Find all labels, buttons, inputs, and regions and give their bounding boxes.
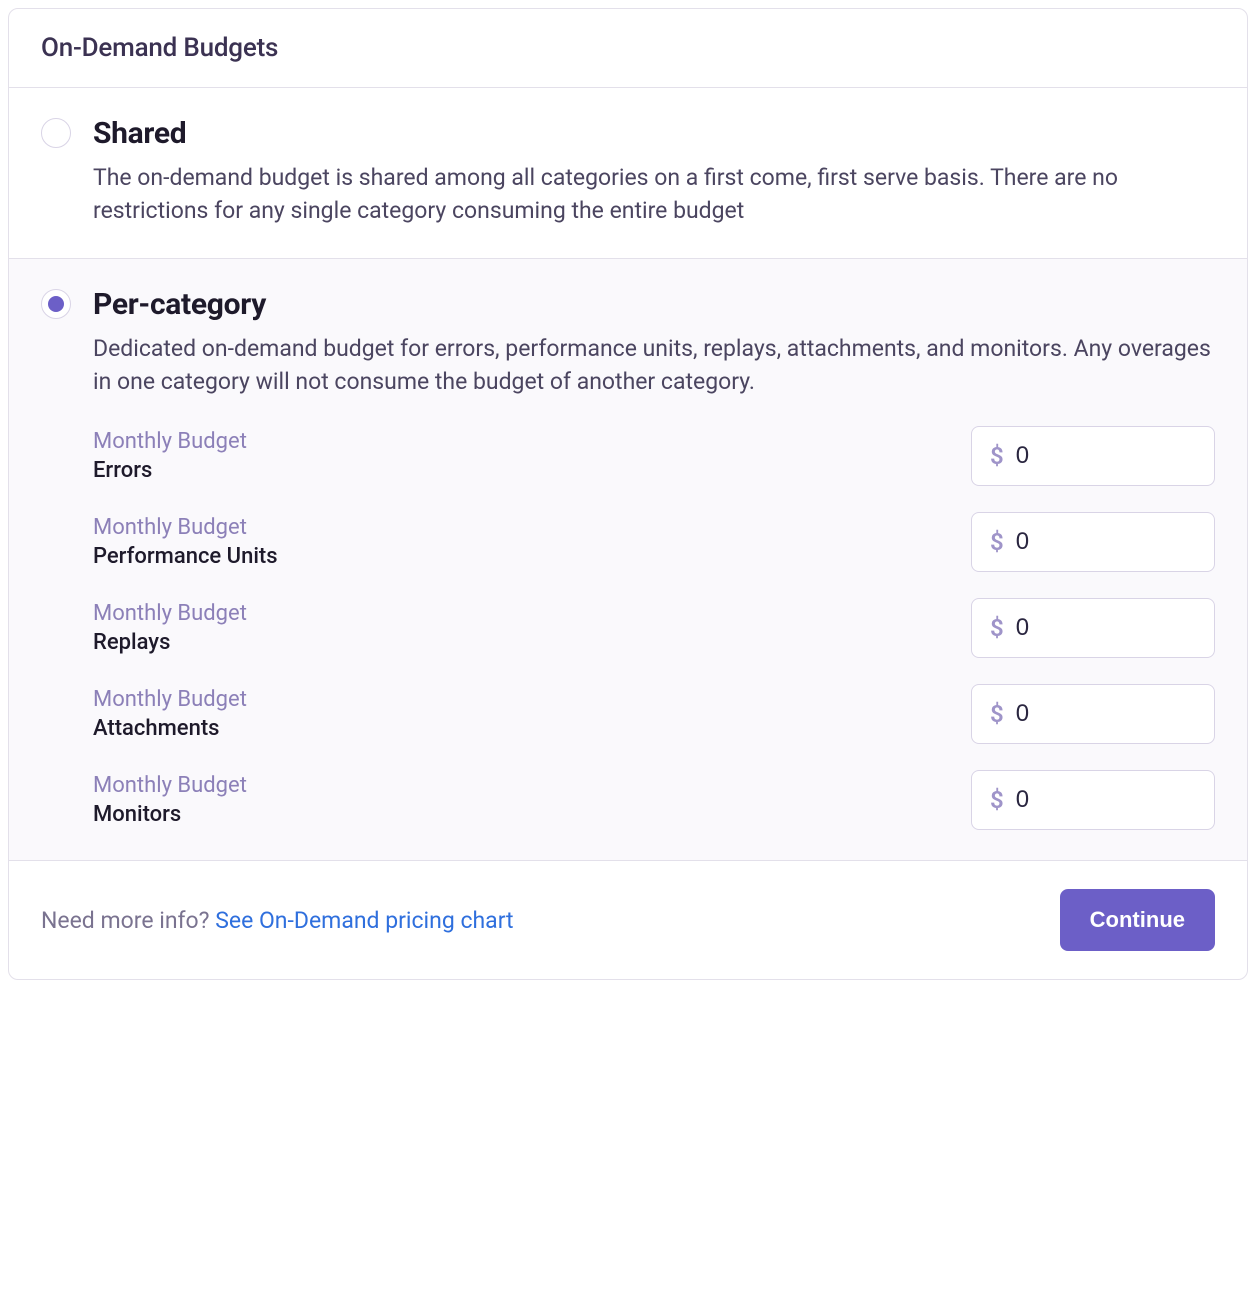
budget-list: Monthly Budget Errors $ Monthly Budget P… [93, 426, 1215, 830]
budget-name-performance-units: Performance Units [93, 544, 278, 569]
budget-input-performance-units[interactable] [1016, 528, 1196, 556]
option-shared-title: Shared [93, 116, 1215, 151]
budget-input-wrap-monitors[interactable]: $ [971, 770, 1215, 830]
budget-prefix-label: Monthly Budget [93, 515, 278, 540]
panel-header: On-Demand Budgets [9, 9, 1247, 88]
option-per-category-body: Per-category Dedicated on-demand budget … [93, 287, 1215, 831]
budget-labels: Monthly Budget Attachments [93, 687, 247, 741]
dollar-icon: $ [990, 528, 1004, 556]
budget-labels: Monthly Budget Monitors [93, 773, 247, 827]
option-shared[interactable]: Shared The on-demand budget is shared am… [9, 88, 1247, 259]
budget-labels: Monthly Budget Performance Units [93, 515, 278, 569]
radio-shared[interactable] [41, 118, 71, 148]
budget-row-monitors: Monthly Budget Monitors $ [93, 770, 1215, 830]
option-shared-description: The on-demand budget is shared among all… [93, 161, 1215, 228]
budget-input-wrap-performance-units[interactable]: $ [971, 512, 1215, 572]
budget-row-performance-units: Monthly Budget Performance Units $ [93, 512, 1215, 572]
budget-input-replays[interactable] [1016, 614, 1196, 642]
budget-row-replays: Monthly Budget Replays $ [93, 598, 1215, 658]
budget-input-attachments[interactable] [1016, 700, 1196, 728]
panel-title: On-Demand Budgets [41, 33, 1215, 63]
budget-row-errors: Monthly Budget Errors $ [93, 426, 1215, 486]
on-demand-budgets-panel: On-Demand Budgets Shared The on-demand b… [8, 8, 1248, 980]
budget-name-attachments: Attachments [93, 716, 247, 741]
budget-name-errors: Errors [93, 458, 247, 483]
budget-input-wrap-errors[interactable]: $ [971, 426, 1215, 486]
panel-footer: Need more info? See On-Demand pricing ch… [9, 861, 1247, 979]
budget-name-replays: Replays [93, 630, 247, 655]
budget-name-monitors: Monitors [93, 802, 247, 827]
budget-input-wrap-replays[interactable]: $ [971, 598, 1215, 658]
budget-input-errors[interactable] [1016, 442, 1196, 470]
dollar-icon: $ [990, 614, 1004, 642]
option-per-category-description: Dedicated on-demand budget for errors, p… [93, 332, 1215, 399]
continue-button[interactable]: Continue [1060, 889, 1215, 951]
budget-input-monitors[interactable] [1016, 786, 1196, 814]
option-shared-body: Shared The on-demand budget is shared am… [93, 116, 1215, 228]
dollar-icon: $ [990, 700, 1004, 728]
budget-prefix-label: Monthly Budget [93, 601, 247, 626]
budget-row-attachments: Monthly Budget Attachments $ [93, 684, 1215, 744]
budget-labels: Monthly Budget Errors [93, 429, 247, 483]
dollar-icon: $ [990, 442, 1004, 470]
budget-prefix-label: Monthly Budget [93, 429, 247, 454]
option-per-category[interactable]: Per-category Dedicated on-demand budget … [9, 259, 1247, 862]
budget-prefix-label: Monthly Budget [93, 773, 247, 798]
budget-input-wrap-attachments[interactable]: $ [971, 684, 1215, 744]
dollar-icon: $ [990, 786, 1004, 814]
option-per-category-title: Per-category [93, 287, 1215, 322]
footer-text: Need more info? See On-Demand pricing ch… [41, 907, 514, 934]
footer-info-text: Need more info? [41, 907, 215, 934]
radio-per-category[interactable] [41, 289, 71, 319]
budget-prefix-label: Monthly Budget [93, 687, 247, 712]
budget-labels: Monthly Budget Replays [93, 601, 247, 655]
pricing-chart-link[interactable]: See On-Demand pricing chart [215, 907, 513, 934]
